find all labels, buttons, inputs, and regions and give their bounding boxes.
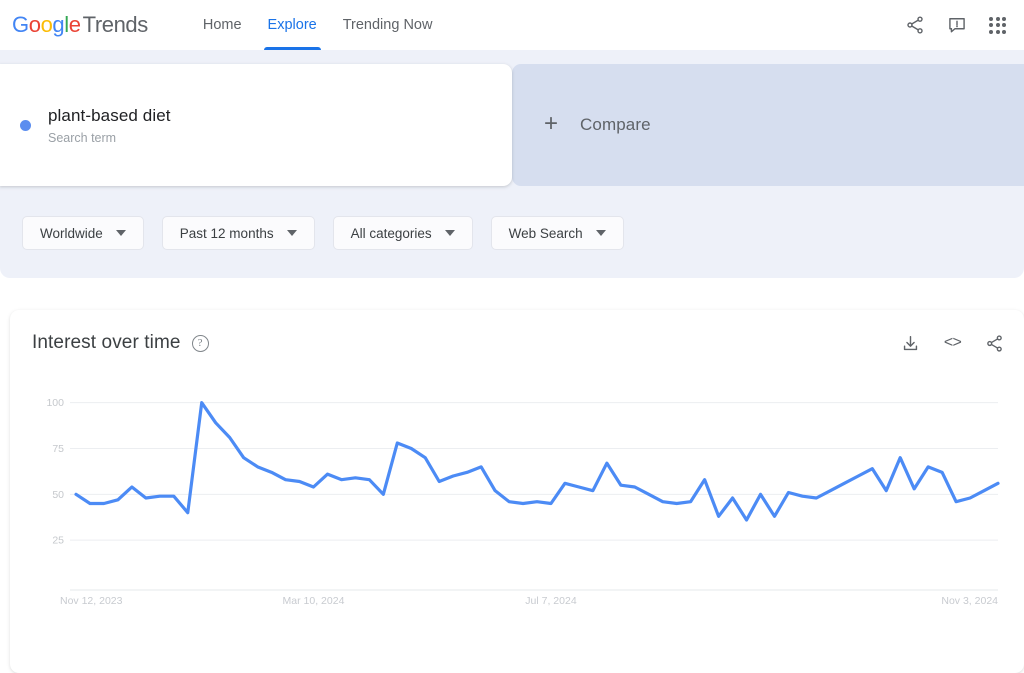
filter-location-label: Worldwide bbox=[40, 225, 103, 241]
chart-gridlines bbox=[70, 402, 998, 541]
chevron-down-icon bbox=[115, 230, 126, 236]
series-color-dot bbox=[20, 119, 31, 131]
interest-over-time-card: Interest over time ? <> 25 50 75 100 Nov… bbox=[10, 310, 1024, 673]
app-header: Google Trends Home Explore Trending Now bbox=[0, 0, 1024, 50]
share-icon[interactable] bbox=[905, 15, 925, 35]
nav-item-home[interactable]: Home bbox=[190, 0, 255, 50]
chart-header: Interest over time ? <> bbox=[32, 332, 1004, 354]
compare-label: Compare bbox=[580, 115, 651, 134]
apps-grid-icon[interactable] bbox=[989, 16, 1006, 34]
svg-text:Nov 3, 2024: Nov 3, 2024 bbox=[941, 595, 998, 607]
help-icon[interactable]: ? bbox=[191, 334, 209, 352]
chevron-down-icon bbox=[595, 230, 606, 236]
query-row: plant-based diet Search term + Compare bbox=[0, 64, 1024, 186]
query-band: plant-based diet Search term + Compare W… bbox=[0, 50, 1024, 278]
share-icon[interactable] bbox=[985, 334, 1004, 353]
chevron-down-icon bbox=[444, 230, 455, 236]
chart-x-axis-labels: Nov 12, 2023 Mar 10, 2024 Jul 7, 2024 Nov 3… bbox=[60, 589, 998, 607]
filter-search-type-label: Web Search bbox=[508, 225, 583, 241]
svg-text:Jul 7, 2024: Jul 7, 2024 bbox=[525, 595, 577, 607]
embed-icon[interactable]: <> bbox=[944, 334, 962, 352]
nav-item-explore[interactable]: Explore bbox=[255, 0, 330, 50]
svg-text:Mar 10, 2024: Mar 10, 2024 bbox=[283, 595, 345, 607]
svg-text:100: 100 bbox=[46, 397, 64, 409]
svg-text:25: 25 bbox=[52, 535, 64, 547]
plus-icon: + bbox=[544, 110, 559, 137]
filter-category-label: All categories bbox=[350, 225, 432, 241]
filter-row: Worldwide Past 12 months All categories … bbox=[0, 186, 1024, 250]
nav-item-trending-now[interactable]: Trending Now bbox=[330, 0, 446, 50]
trends-line-chart: 25 50 75 100 Nov 12, 2023 Mar 10, 2024 Jul 7,… bbox=[46, 397, 1000, 607]
chart-series-line bbox=[74, 401, 1000, 522]
svg-text:50: 50 bbox=[52, 489, 64, 501]
svg-text:75: 75 bbox=[52, 443, 64, 455]
svg-text:Nov 12, 2023: Nov 12, 2023 bbox=[60, 595, 123, 607]
search-term-text: plant-based diet Search term bbox=[48, 106, 171, 145]
chevron-down-icon bbox=[286, 230, 297, 236]
chart-action-group: <> bbox=[901, 334, 1004, 353]
search-term-value: plant-based diet bbox=[48, 105, 171, 125]
compare-card[interactable]: + Compare bbox=[512, 64, 1024, 186]
search-term-card[interactable]: plant-based diet Search term bbox=[0, 64, 512, 186]
download-icon[interactable] bbox=[901, 334, 920, 353]
page-body: Interest over time ? <> 25 50 75 100 Nov… bbox=[0, 278, 1024, 673]
page-title: Interest over time bbox=[32, 332, 181, 353]
main-nav: Home Explore Trending Now bbox=[190, 0, 446, 50]
chart-y-axis-labels: 25 50 75 100 bbox=[46, 397, 64, 547]
apps-grid-dots bbox=[989, 16, 1006, 34]
trends-wordmark: Trends bbox=[82, 12, 149, 37]
search-term-type: Search term bbox=[48, 130, 117, 145]
interest-over-time-plot: 25 50 75 100 Nov 12, 2023 Mar 10, 2024 Jul 7,… bbox=[32, 380, 1004, 630]
filter-location[interactable]: Worldwide bbox=[22, 216, 144, 250]
filter-category[interactable]: All categories bbox=[332, 216, 473, 250]
header-icon-group bbox=[905, 15, 1006, 35]
feedback-icon[interactable] bbox=[947, 15, 967, 35]
google-trends-logo[interactable]: Google Trends bbox=[12, 12, 148, 38]
filter-time-range[interactable]: Past 12 months bbox=[161, 216, 315, 250]
filter-search-type[interactable]: Web Search bbox=[490, 216, 624, 250]
filter-time-range-label: Past 12 months bbox=[179, 225, 274, 241]
google-wordmark: Google bbox=[12, 12, 81, 37]
